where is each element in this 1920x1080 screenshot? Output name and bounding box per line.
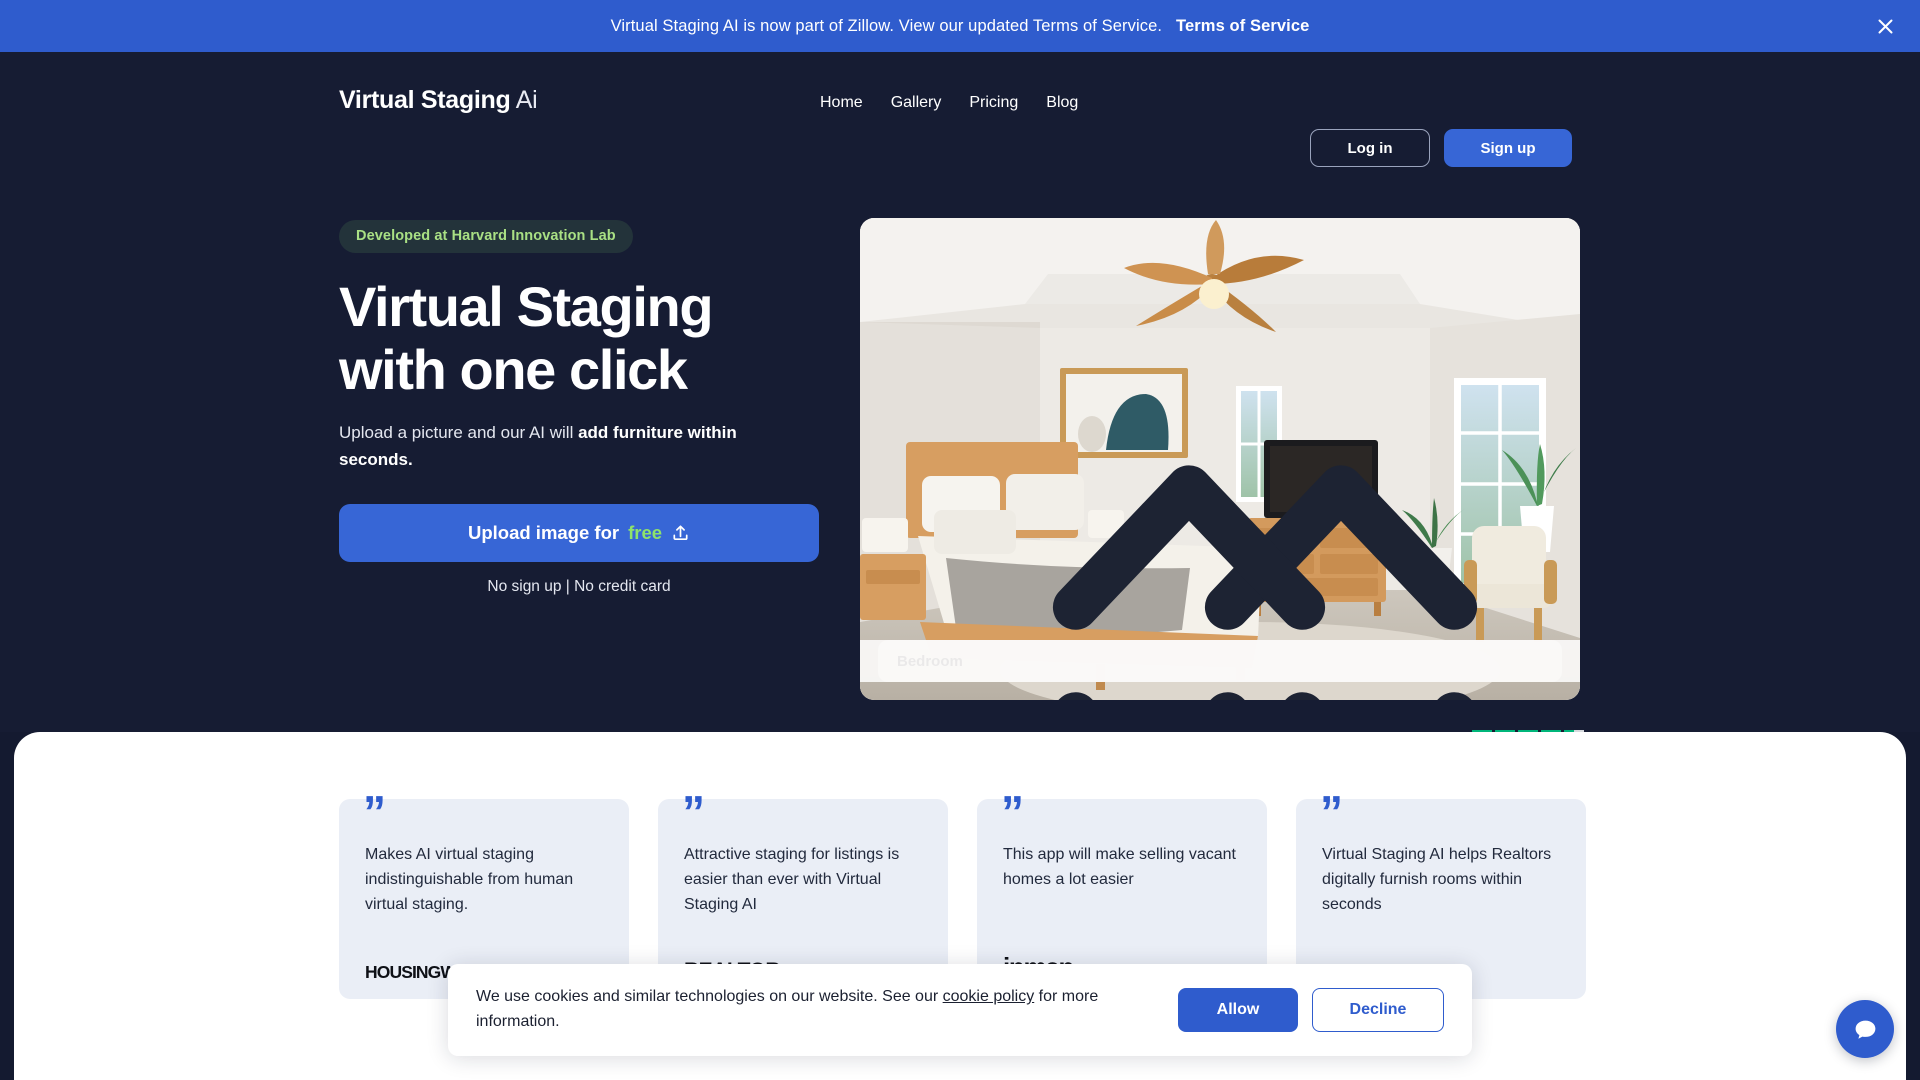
cookie-message: We use cookies and similar technologies …: [476, 985, 1126, 1035]
design-style-select[interactable]: Scandinavian: [860, 465, 1562, 700]
announcement-text: Virtual Staging AI is now part of Zillow…: [610, 16, 1163, 35]
nav-item-home[interactable]: Home: [820, 94, 863, 112]
cookie-text-before: We use cookies and similar technologies …: [476, 988, 943, 1006]
allow-cookies-button[interactable]: Allow: [1178, 988, 1298, 1032]
close-icon[interactable]: [1872, 13, 1898, 39]
hero-title-line-1: Virtual Staging: [339, 275, 714, 338]
hero-subtitle-plain: Upload a picture and our AI will: [339, 422, 579, 442]
signup-button[interactable]: Sign up: [1444, 129, 1572, 167]
hero-section: Virtual Staging Ai Home Gallery Pricing …: [0, 52, 1920, 772]
upload-image-button[interactable]: Upload image for free: [339, 503, 819, 562]
cookie-actions: Allow Decline: [1178, 988, 1444, 1032]
nav-links: Home Gallery Pricing Blog: [820, 94, 1078, 112]
upload-button-free-text: free: [628, 521, 663, 543]
logo-light-text: Ai: [515, 86, 538, 114]
quote-icon: ”: [682, 786, 705, 838]
decline-cookies-button[interactable]: Decline: [1312, 988, 1444, 1032]
no-signup-note: No sign up | No credit card: [487, 577, 671, 595]
announcement-terms-link[interactable]: Terms of Service: [1176, 17, 1309, 36]
upload-button-label: Upload image for: [467, 521, 620, 543]
logo-bold-text: Virtual Staging: [339, 86, 511, 114]
quote-icon: ”: [363, 786, 386, 838]
hero-subtitle: Upload a picture and our AI will add fur…: [339, 419, 769, 474]
hero-content: Developed at Harvard Innovation Lab Virt…: [339, 220, 839, 596]
upload-icon: [671, 523, 690, 542]
chat-bubble-icon[interactable]: [1836, 1000, 1894, 1058]
testimonial-text: Makes AI virtual staging indistinguishab…: [365, 846, 574, 913]
staged-room-image: Bedroom Scandinavian: [860, 218, 1580, 700]
nav-item-blog[interactable]: Blog: [1046, 94, 1078, 112]
testimonial-text: Attractive staging for listings is easie…: [684, 846, 900, 913]
testimonial-text: Virtual Staging AI helps Realtors digita…: [1322, 846, 1552, 913]
nav-item-pricing[interactable]: Pricing: [969, 94, 1018, 112]
cookie-consent-banner: We use cookies and similar technologies …: [448, 964, 1472, 1056]
hero-title-line-2: with one click: [339, 338, 688, 402]
cookie-policy-link[interactable]: cookie policy: [943, 988, 1035, 1005]
page-title: Virtual Staging with one click: [339, 275, 839, 402]
testimonial-text: This app will make selling vacant homes …: [1003, 846, 1236, 888]
site-logo[interactable]: Virtual Staging Ai: [339, 86, 538, 115]
login-button[interactable]: Log in: [1310, 129, 1430, 167]
page-root: Virtual Staging AI is now part of Zillow…: [0, 0, 1920, 1080]
harvard-badge: Developed at Harvard Innovation Lab: [339, 220, 633, 253]
up-down-chevron-icon: [860, 420, 1549, 700]
nav-item-gallery[interactable]: Gallery: [891, 94, 942, 112]
main-navigation: Virtual Staging Ai Home Gallery Pricing …: [0, 72, 1920, 167]
announcement-banner: Virtual Staging AI is now part of Zillow…: [0, 0, 1920, 52]
quote-icon: ”: [1001, 786, 1024, 838]
quote-icon: ”: [1320, 786, 1343, 838]
